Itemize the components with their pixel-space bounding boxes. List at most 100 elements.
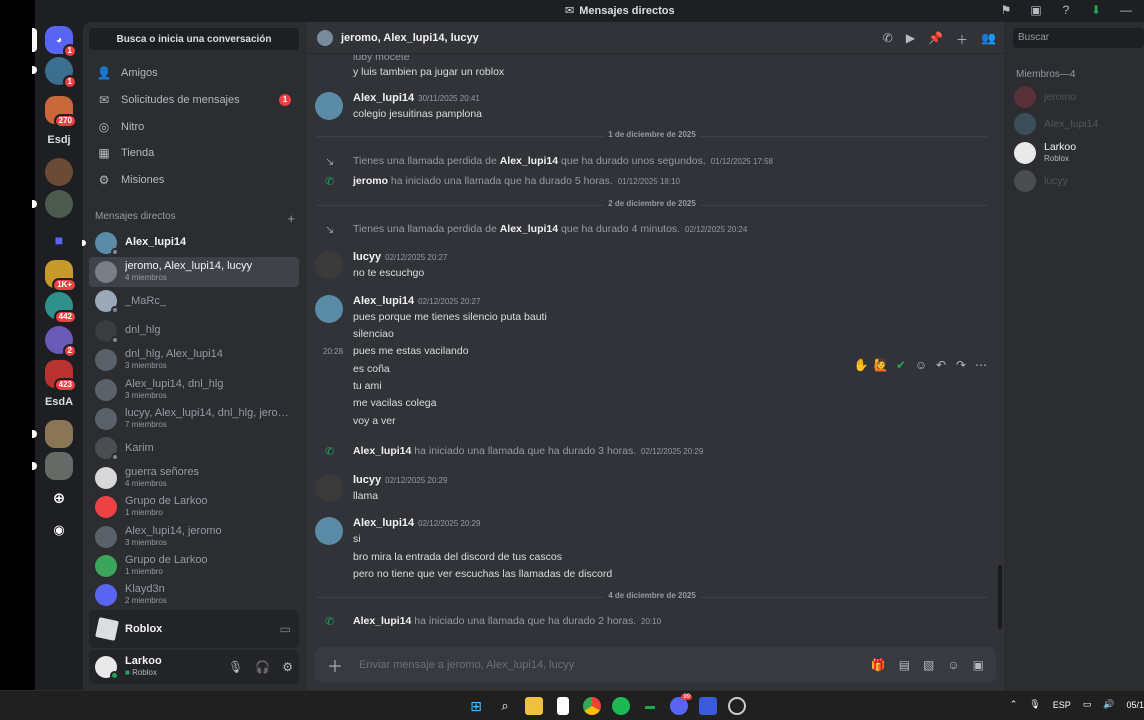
chat-title[interactable]: jeromo, Alex_lupi14, lucyy [341, 32, 479, 44]
activity-panel[interactable]: Roblox ▭ [89, 610, 299, 648]
dm-item[interactable]: jeromo, Alex_lupi14, lucyy 4 miembros [89, 257, 299, 287]
download-icon[interactable]: ⬇ [1088, 2, 1104, 18]
message-line: es coña [353, 363, 390, 375]
dm-item[interactable]: Alex_lupi14, dnl_hlg 3 miembros [89, 375, 299, 404]
shop-icon: ▦ [98, 146, 110, 160]
nav-message-requests[interactable]: ✉ Solicitudes de mensajes 1 [89, 87, 299, 113]
dm-item[interactable]: Alex_lupi14, jeromo 3 miembros [89, 522, 299, 551]
dm-item[interactable]: dnl_hlg, Alex_lupi14 3 miembros [89, 346, 299, 375]
gift-icon[interactable]: 🎁 [871, 658, 886, 672]
server-icon[interactable]: 270 [45, 96, 77, 128]
file-explorer-icon[interactable] [525, 697, 543, 715]
reply-icon[interactable]: ↶ [934, 358, 948, 372]
discover-icon[interactable]: ◉ [45, 516, 73, 544]
user-avatar[interactable] [315, 251, 343, 279]
inbox-icon[interactable]: ▣ [1028, 2, 1044, 18]
flag-icon[interactable]: ⚑ [998, 2, 1014, 18]
nav-friends[interactable]: 👤 Amigos [89, 60, 299, 86]
sticker-icon[interactable]: ▧ [923, 658, 934, 672]
discord-home-icon[interactable]: ◕ 1 [45, 26, 77, 58]
chevron-up-icon[interactable]: ⌃ [1010, 699, 1018, 710]
obs-icon[interactable] [728, 697, 746, 715]
server-icon[interactable] [45, 452, 73, 480]
chrome-icon[interactable] [583, 697, 601, 715]
server-icon[interactable]: 1K+ [45, 260, 77, 292]
microphone-icon[interactable]: 🎙 [228, 660, 243, 674]
dm-item[interactable]: Grupo de Larkoo 1 miembro [89, 493, 299, 522]
dm-member-count: 1 miembro [125, 508, 163, 518]
add-reaction-icon[interactable]: ☺ [914, 358, 928, 372]
discord-taskbar-icon[interactable]: 99 [670, 694, 692, 715]
nav-quests[interactable]: ⚙ Misiones [89, 167, 299, 193]
dm-avatar [95, 554, 117, 577]
video-call-icon[interactable]: ▶ [906, 31, 915, 48]
add-friends-icon[interactable]: ＋ [956, 31, 968, 48]
server-icon[interactable]: 1 [45, 57, 77, 89]
attach-plus-icon[interactable]: ＋ [327, 653, 343, 677]
mic-tray-icon[interactable]: 🎙 [1029, 699, 1040, 710]
screen-left-edge [0, 0, 35, 720]
reaction-hand-icon[interactable]: ✋ [854, 358, 869, 372]
dm-item[interactable]: Klayd3n 2 miembros [89, 581, 299, 610]
message-input[interactable]: Enviar mensaje a jeromo, Alex_lupi14, lu… [359, 659, 855, 671]
settings-icon[interactable]: ⚙ [282, 660, 293, 674]
server-icon[interactable] [45, 420, 73, 448]
user-avatar[interactable] [315, 474, 343, 502]
server-folder-label[interactable]: EsdA [35, 396, 83, 408]
dm-item[interactable]: _MaRc_ [89, 287, 299, 316]
help-icon[interactable]: ? [1058, 2, 1074, 18]
user-avatar[interactable] [315, 295, 343, 323]
nav-nitro[interactable]: ◎ Nitro [89, 114, 299, 140]
server-icon[interactable]: 2 [45, 326, 77, 358]
voice-call-icon[interactable]: ✆ [883, 31, 893, 48]
create-dm-button[interactable]: + [287, 211, 295, 226]
reaction-person-icon[interactable]: 🙋 [874, 358, 889, 372]
member-item[interactable]: Larkoo Roblox [1014, 140, 1144, 166]
nav-shop[interactable]: ▦ Tienda [89, 140, 299, 166]
activity-screen-icon[interactable]: ▭ [280, 622, 291, 636]
language-indicator[interactable]: ESP [1053, 700, 1071, 710]
find-conversation-button[interactable]: Busca o inicia una conversación [89, 28, 299, 50]
apps-icon[interactable]: ▣ [973, 658, 984, 672]
forward-icon[interactable]: ↷ [954, 358, 968, 372]
member-item[interactable]: lucyy [1014, 168, 1144, 194]
server-icon[interactable]: 423 [45, 360, 77, 392]
scrollbar-thumb[interactable] [998, 565, 1002, 629]
dm-item[interactable]: Alex_lupi14 [82, 228, 299, 257]
add-server-icon[interactable]: ⊕ [45, 484, 73, 512]
clock-date[interactable]: 05/1 [1126, 700, 1144, 710]
member-item[interactable]: Alex_lupi14 [1014, 111, 1144, 137]
server-icon[interactable]: 442 [45, 292, 77, 324]
user-avatar[interactable] [315, 92, 343, 120]
server-icon[interactable] [45, 190, 73, 218]
server-icon[interactable] [45, 158, 73, 186]
notepad-icon[interactable] [557, 697, 569, 715]
member-item[interactable]: jeromo [1014, 84, 1144, 110]
dm-member-count: 3 miembros [125, 390, 167, 400]
dm-item[interactable]: guerra señores 4 miembros [89, 463, 299, 492]
volume-icon[interactable]: 🔊 [1103, 699, 1114, 710]
dm-item[interactable]: dnl_hlg [89, 316, 299, 345]
headphones-icon[interactable]: 🎧 [255, 660, 270, 674]
spotify-icon[interactable] [612, 697, 630, 715]
server-folder-label[interactable]: Esdj [35, 134, 83, 146]
more-options-icon[interactable]: ⋯ [974, 358, 988, 372]
pin-icon[interactable]: 📌 [928, 31, 943, 48]
search-icon[interactable]: ⌕ [496, 697, 514, 715]
terminal-icon[interactable]: ▬ [641, 697, 659, 715]
dm-item[interactable]: lucyy, Alex_lupi14, dnl_hlg, jeromo... 7 … [89, 404, 299, 433]
dm-item[interactable]: Grupo de Larkoo 1 miembro [89, 551, 299, 580]
windows-start-icon[interactable]: ⊞ [467, 697, 485, 715]
reaction-check-icon[interactable]: ✔ [894, 358, 908, 372]
search-input[interactable]: Buscar [1013, 28, 1144, 48]
emoji-icon[interactable]: ☺ [947, 658, 959, 672]
user-avatar[interactable] [315, 517, 343, 545]
dm-item[interactable]: Karim [89, 434, 299, 463]
network-icon[interactable]: ▭ [1083, 699, 1092, 710]
folder-icon[interactable]: ■ [45, 226, 73, 254]
members-list-icon[interactable]: 👥 [981, 31, 996, 48]
gif-icon[interactable]: ▤ [899, 658, 910, 672]
minimize-button[interactable]: — [1118, 2, 1134, 18]
user-avatar[interactable] [95, 656, 119, 680]
app-icon[interactable] [699, 697, 717, 715]
